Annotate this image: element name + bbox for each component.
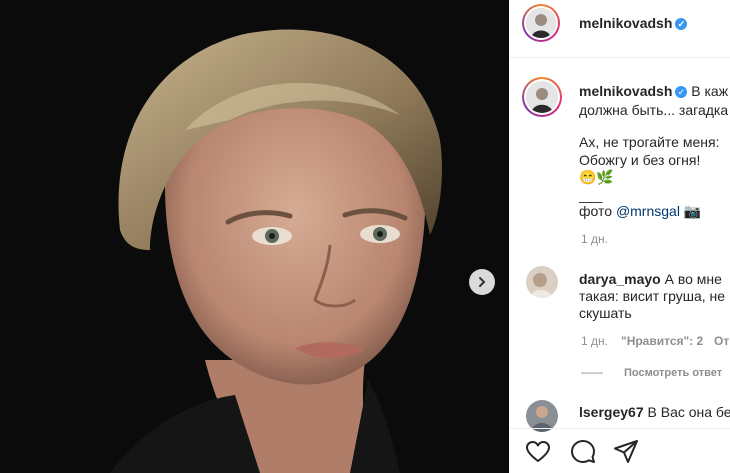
view-replies-line: —— [581, 365, 603, 379]
comment-time[interactable]: 1 дн. [581, 334, 608, 348]
caption-username[interactable]: melnikovadsh [579, 83, 672, 99]
comment-avatar[interactable] [526, 266, 558, 298]
portrait-image [0, 0, 509, 473]
comment-line-1: darya_mayo А во мне [579, 271, 722, 287]
caption-line-1: melnikovadsh ✓ В каж [579, 83, 729, 99]
comment-likes[interactable]: "Нравится": 2 [621, 334, 703, 348]
post-actions-bar [509, 428, 730, 473]
verified-badge-icon: ✓ [675, 18, 688, 30]
chevron-right-icon [479, 277, 486, 287]
comment-line-2: такая: висит груша, не [579, 288, 726, 304]
avatar-image [526, 81, 558, 113]
comment-username[interactable]: darya_mayo [579, 271, 661, 287]
caption-line-2: должна быть... загадка [579, 102, 729, 118]
heart-icon[interactable] [525, 439, 551, 465]
comment-username[interactable]: lsergey67 [579, 404, 644, 420]
avatar-image [526, 8, 556, 38]
avatar-image [526, 266, 558, 298]
caption-line-3: Ах, не трогайте меня: [579, 134, 720, 150]
camera-icon: 📷 [683, 203, 702, 219]
comment-reply-button[interactable]: Отв [714, 334, 730, 348]
photo-credit: фото @mrnsgal 📷 [579, 203, 702, 219]
comment-line-1: lsergey67 В Вас она бе [579, 404, 730, 420]
avatar[interactable] [526, 8, 556, 38]
author-username[interactable]: melnikovadsh ✓ [579, 15, 688, 31]
paper-plane-icon[interactable] [613, 439, 639, 465]
post-photo[interactable] [0, 0, 509, 473]
view-replies-button[interactable]: Посмотреть ответ [624, 367, 722, 379]
caption-avatar[interactable] [526, 81, 558, 113]
mention-link[interactable]: @mrnsgal [616, 203, 680, 219]
caption-emoji: 😁🌿 [579, 169, 614, 185]
post-header: melnikovadsh ✓ [509, 0, 730, 58]
verified-badge-icon: ✓ [675, 86, 688, 98]
post-side-panel: melnikovadsh ✓ melnikovadsh ✓ В каж должна… [509, 0, 730, 473]
comment-icon[interactable] [570, 439, 596, 465]
caption-time[interactable]: 1 дн. [581, 232, 608, 246]
caption-line-4: Обожгу и без огня! [579, 152, 701, 168]
comment-line-3: скушать [579, 305, 632, 321]
next-photo-button[interactable] [469, 269, 495, 295]
